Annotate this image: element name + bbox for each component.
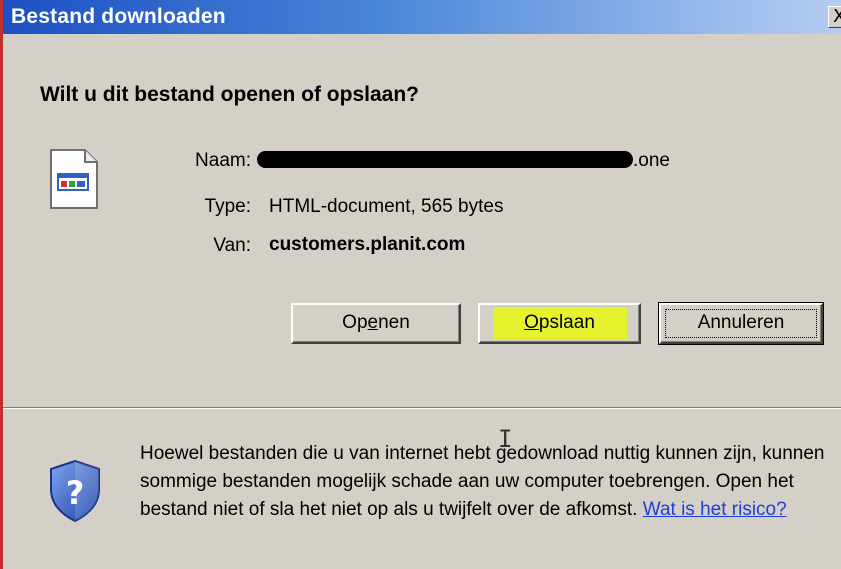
type-value: HTML-document, 565 bytes: [269, 196, 504, 217]
cancel-button-label: Annuleren: [697, 312, 785, 333]
security-warning: Hoewel bestanden die u van internet hebt…: [140, 440, 830, 524]
from-value: customers.planit.com: [269, 234, 466, 255]
save-button-label: Opslaan: [524, 312, 595, 333]
dialog-question: Wilt u dit bestand openen of opslaan?: [40, 83, 419, 106]
html-document-icon: [50, 149, 98, 209]
title-bar[interactable]: Bestand downloaden X: [3, 0, 841, 34]
redacted-filename: [257, 151, 633, 168]
shield-question-icon: ?: [50, 459, 100, 523]
filename-extension: .one: [633, 150, 670, 171]
type-label: Type:: [204, 196, 251, 217]
separator: [3, 407, 841, 409]
window-title: Bestand downloaden: [11, 5, 226, 28]
risk-link[interactable]: Wat is het risico?: [643, 499, 787, 520]
download-dialog: Bestand downloaden X Wilt u dit bestand …: [0, 0, 841, 569]
cancel-button[interactable]: Annuleren: [658, 302, 824, 345]
name-label: Naam:: [195, 150, 251, 171]
open-button[interactable]: Openen: [291, 303, 461, 344]
from-label: Van:: [213, 235, 251, 256]
save-button[interactable]: Opslaan: [478, 303, 641, 344]
open-button-label: Openen: [342, 312, 410, 333]
svg-text:?: ?: [66, 474, 85, 512]
text-cursor-icon: I: [498, 425, 513, 453]
close-button[interactable]: X: [828, 6, 841, 28]
